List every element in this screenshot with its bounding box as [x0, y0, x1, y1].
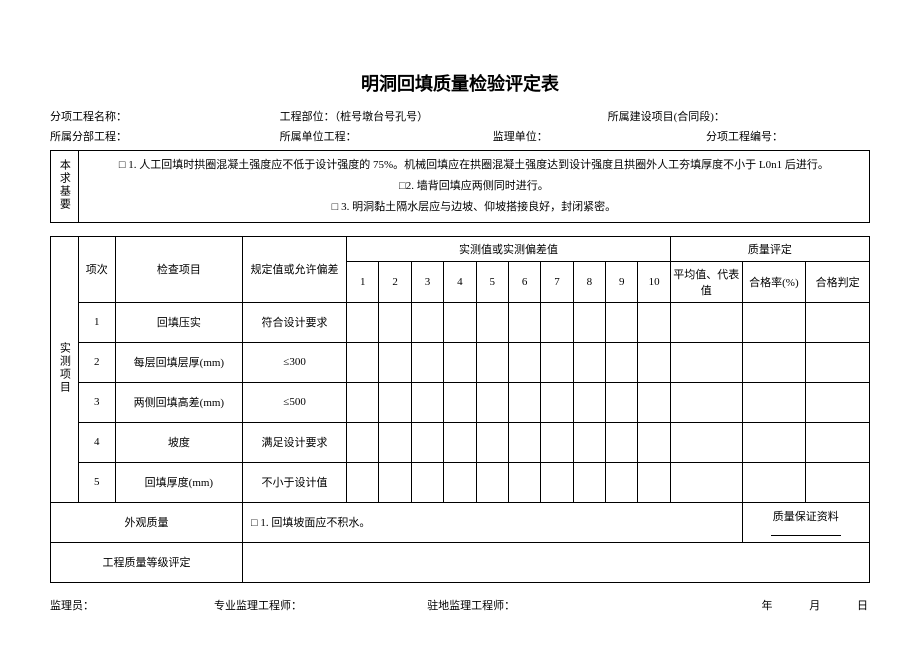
cell-spec: ≤500 [243, 382, 347, 422]
cell-seq: 2 [78, 342, 115, 382]
measured-label: 实测项目 [56, 342, 72, 394]
col-item: 检查项目 [115, 236, 242, 302]
cell-seq: 5 [78, 462, 115, 502]
meta-label: 工程部位：（桩号墩台号孔号） [280, 108, 429, 124]
cell-seq: 1 [78, 302, 115, 342]
col-quality: 质量评定 [670, 236, 869, 261]
cell-item: 回填压实 [115, 302, 242, 342]
col-spec: 规定值或允许偏差 [243, 236, 347, 302]
meta-label: 所属建设项目(合同段)： [608, 108, 725, 124]
grade-row: 工程质量等级评定 [51, 542, 870, 582]
qa-underline [771, 525, 841, 536]
date-year: 年 [761, 600, 774, 612]
cell-spec: 不小于设计值 [243, 462, 347, 502]
cell-seq: 3 [78, 382, 115, 422]
main-table: 本求基要 □ 1. 人工回填时拱圈混凝土强度应不低于设计强度的 75%。机械回填… [50, 150, 870, 583]
meta-row-2: 所属分部工程： 所属单位工程： 监理单位： 分项工程编号： [50, 128, 870, 144]
cell-spec: ≤300 [243, 342, 347, 382]
sig-resident-engineer: 驻地监理工程师： [427, 600, 515, 612]
col-n: 7 [541, 261, 573, 302]
col-n: 2 [379, 261, 411, 302]
table-row: 5 回填厚度(mm) 不小于设计值 [51, 462, 870, 502]
col-avg: 平均值、代表值 [670, 261, 742, 302]
cell-item: 回填厚度(mm) [115, 462, 242, 502]
req-line: □ 1. 人工回填时拱圈混凝土强度应不低于设计强度的 75%。机械回填应在拱圈混… [81, 155, 867, 176]
col-n: 8 [573, 261, 605, 302]
table-row: 4 坡度 满足设计要求 [51, 422, 870, 462]
req-line: □ 3. 明洞黏土隔水层应与边坡、仰坡搭接良好，封闭紧密。 [81, 197, 867, 218]
cell-seq: 4 [78, 422, 115, 462]
col-passjudge: 合格判定 [806, 261, 870, 302]
sig-supervisor: 监理员： [50, 600, 94, 612]
qa-cell: 质量保证资料 [742, 502, 869, 542]
cell-spec: 符合设计要求 [243, 302, 347, 342]
appearance-row: 外观质量 □ 1. 回填坡面应不积水。 质量保证资料 [51, 502, 870, 542]
basic-req-label: 本求基要 [56, 159, 72, 211]
col-n: 5 [476, 261, 508, 302]
meta-label: 所属分部工程： [50, 128, 127, 144]
meta-label: 分项工程编号： [706, 128, 783, 144]
table-row: 3 两侧回填高差(mm) ≤500 [51, 382, 870, 422]
page-title: 明洞回填质量检验评定表 [50, 70, 870, 96]
meta-label: 所属单位工程： [280, 128, 357, 144]
table-header: 实测项目 项次 检查项目 规定值或允许偏差 实测值或实测偏差值 质量评定 [51, 236, 870, 261]
cell-spec: 满足设计要求 [243, 422, 347, 462]
meta-label: 分项工程名称： [50, 108, 127, 124]
col-n: 6 [508, 261, 540, 302]
appearance-label: 外观质量 [51, 502, 243, 542]
table-row: 2 每层回填层厚(mm) ≤300 [51, 342, 870, 382]
meta-label: 监理单位： [493, 128, 548, 144]
appearance-text: □ 1. 回填坡面应不积水。 [243, 502, 743, 542]
col-n: 10 [638, 261, 670, 302]
table-row: 1 回填压实 符合设计要求 [51, 302, 870, 342]
col-passrate: 合格率(%) [742, 261, 806, 302]
basic-req-cell: □ 1. 人工回填时拱圈混凝土强度应不低于设计强度的 75%。机械回填应在拱圈混… [78, 151, 869, 223]
sig-pro-engineer: 专业监理工程师： [214, 600, 302, 612]
meta-row-1: 分项工程名称： 工程部位：（桩号墩台号孔号） 所属建设项目(合同段)： [50, 108, 870, 124]
cell-item: 两侧回填高差(mm) [115, 382, 242, 422]
col-n: 4 [444, 261, 476, 302]
req-line: □2. 墙背回填应两侧同时进行。 [81, 176, 867, 197]
cell-item: 每层回填层厚(mm) [115, 342, 242, 382]
col-measured: 实测值或实测偏差值 [347, 236, 671, 261]
col-n: 1 [347, 261, 379, 302]
col-seq: 项次 [78, 236, 115, 302]
col-n: 9 [606, 261, 638, 302]
footer-signatures: 监理员： 专业监理工程师： 驻地监理工程师： 年 月 日 [50, 597, 870, 613]
col-n: 3 [411, 261, 443, 302]
date-month: 月 [809, 600, 822, 612]
qa-label: 质量保证资料 [773, 511, 839, 523]
date-day: 日 [857, 600, 870, 612]
grade-label: 工程质量等级评定 [51, 542, 243, 582]
cell-item: 坡度 [115, 422, 242, 462]
